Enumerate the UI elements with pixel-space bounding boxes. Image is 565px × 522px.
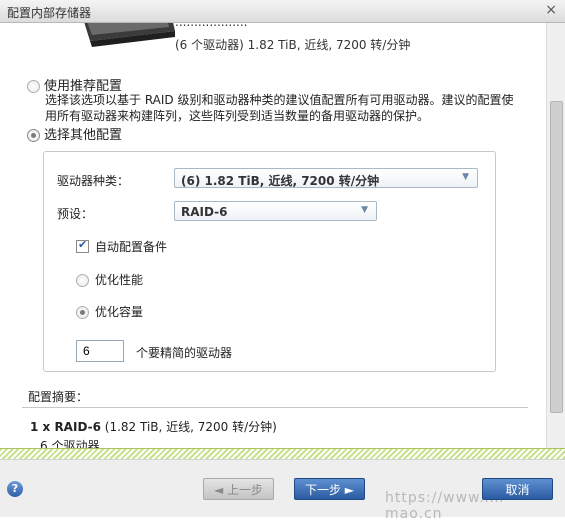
drive-type-value: (6) 1.82 TiB, 近线, 7200 转/分钟 [181,174,380,188]
summary-raid-line: 1 x RAID-6 (1.82 TiB, 近线, 7200 转/分钟) [30,418,277,435]
dialog-footer: ? ◄ 上一步 下一步 ► https://www.mi-mao.cn 取消 [0,459,565,522]
drive-name: ................... [175,23,247,29]
drive-count-input[interactable] [76,340,124,362]
window-title: 配置内部存储器 [7,6,92,20]
dialog-content: ................... (6 个驱动器) 1.82 TiB, 近… [0,23,546,448]
optimize-capacity-label[interactable]: 优化容量 [95,303,143,320]
auto-spare-label[interactable]: 自动配置备件 [95,238,167,255]
preset-select[interactable]: RAID-6 ▼ [174,201,377,221]
chevron-down-icon: ▼ [462,172,469,182]
drive-type-select[interactable]: (6) 1.82 TiB, 近线, 7200 转/分钟 ▼ [174,168,478,188]
scrollbar-thumb[interactable] [550,101,563,413]
back-button[interactable]: ◄ 上一步 [203,478,274,500]
optimize-performance-radio[interactable] [76,274,89,287]
other-config-radio[interactable] [27,129,40,142]
other-config-label[interactable]: 选择其他配置 [44,124,122,143]
vertical-scrollbar[interactable] [546,23,565,448]
drive-count-label: 个要精简的驱动器 [136,346,233,360]
summary-title: 配置摘要： [28,390,89,404]
preset-label: 预设： [57,207,94,221]
preset-value: RAID-6 [181,205,228,219]
help-icon[interactable]: ? [7,481,23,497]
drive-icon [84,23,175,47]
optimize-performance-label[interactable]: 优化性能 [95,271,143,288]
config-panel: 驱动器种类： (6) 1.82 TiB, 近线, 7200 转/分钟 ▼ 预设：… [43,151,496,372]
drive-detail: (6 个驱动器) 1.82 TiB, 近线, 7200 转/分钟 [175,38,411,52]
summary-divider [22,407,528,408]
summary-raid-detail: (1.82 TiB, 近线, 7200 转/分钟) [100,420,277,434]
recommended-config-radio[interactable] [27,80,40,93]
recommended-config-description: 选择该选项以基于 RAID 级别和驱动器种类的建议值配置所有可用驱动器。建议的配… [45,93,514,123]
auto-spare-checkbox[interactable]: ✔ [76,238,89,253]
title-bar: 配置内部存储器 × [0,0,565,23]
checkmark-icon: ✔ [78,238,88,251]
summary-drive-count: 6 个驱动器 [40,439,100,448]
cancel-button[interactable]: 取消 [482,478,553,500]
chevron-down-icon: ▼ [361,205,368,215]
summary-raid-count: 1 x RAID-6 [30,420,101,434]
close-icon[interactable]: × [545,2,557,18]
drive-type-label: 驱动器种类： [57,174,130,188]
footer-hatch-divider [0,448,565,459]
optimize-capacity-radio[interactable] [76,306,89,319]
next-button[interactable]: 下一步 ► [294,478,365,500]
